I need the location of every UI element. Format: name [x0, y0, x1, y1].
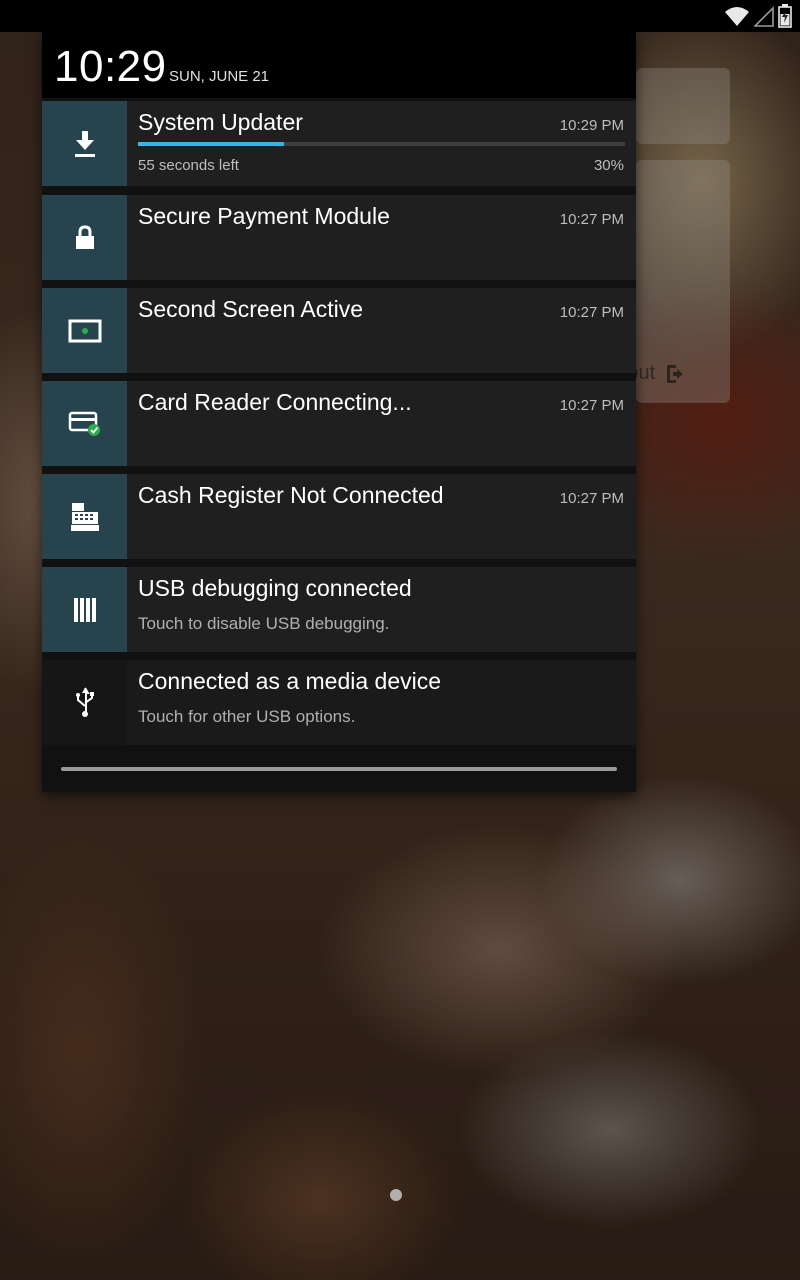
notification-time: 10:27 PM: [559, 397, 624, 414]
notification-title: USB debugging connected: [138, 575, 412, 601]
notification-icon-box: [42, 474, 127, 559]
usb-debug-icon: [73, 597, 96, 622]
download-icon: [74, 130, 95, 157]
status-bar[interactable]: [0, 0, 800, 32]
notification-icon-box: [42, 660, 127, 745]
notification-system-updater[interactable]: System Updater 10:29 PM 55 seconds left …: [42, 101, 636, 186]
notification-shade[interactable]: 10:29 SUN, JUNE 21 System Updater 10:29 …: [42, 32, 636, 792]
notification-title: Second Screen Active: [138, 296, 364, 322]
notification-subtitle: Touch to disable USB debugging.: [138, 614, 390, 633]
notification-title: Secure Payment Module: [138, 203, 390, 229]
notification-usb-debugging[interactable]: USB debugging connected Touch to disable…: [42, 567, 636, 652]
notification-title: Connected as a media device: [138, 668, 442, 694]
screen-icon: [68, 319, 101, 342]
page-indicator-dot: [390, 1189, 402, 1201]
notification-time: 10:27 PM: [559, 304, 624, 321]
notification-cash-register[interactable]: Cash Register Not Connected 10:27 PM: [42, 474, 636, 559]
notification-time: 10:27 PM: [559, 211, 624, 228]
notification-time: 10:29 PM: [559, 117, 624, 134]
notification-secure-payment[interactable]: Secure Payment Module 10:27 PM: [42, 195, 636, 280]
date[interactable]: SUN, JUNE 21: [169, 68, 269, 85]
notification-title: Cash Register Not Connected: [138, 482, 444, 508]
usb-icon: [75, 686, 94, 717]
wifi-icon: [725, 7, 749, 26]
cash-register-icon: [70, 502, 99, 531]
lock-icon: [75, 224, 94, 249]
notification-card-reader[interactable]: Card Reader Connecting... 10:27 PM: [42, 381, 636, 466]
shade-header: 10:29 SUN, JUNE 21: [42, 32, 636, 98]
battery-icon: [778, 4, 792, 28]
notification-title: Card Reader Connecting...: [138, 389, 412, 415]
notification-icon-box: [42, 288, 127, 373]
download-progress-bar: [138, 142, 625, 146]
notification-time: 10:27 PM: [559, 490, 624, 507]
notification-title: System Updater: [138, 109, 303, 135]
notification-icon-box: [42, 101, 127, 186]
clock[interactable]: 10:29: [54, 42, 167, 92]
card-reader-icon: [68, 411, 100, 436]
notification-second-screen[interactable]: Second Screen Active 10:27 PM: [42, 288, 636, 373]
notification-icon-box: [42, 567, 127, 652]
notification-icon-box: [42, 381, 127, 466]
shade-drag-handle[interactable]: [61, 767, 617, 771]
notification-icon-box: [42, 195, 127, 280]
download-progress-fill: [138, 142, 285, 146]
notification-media-device[interactable]: Connected as a media device Touch for ot…: [42, 660, 636, 745]
progress-percent: 30%: [593, 157, 624, 174]
notification-subtitle: Touch for other USB options.: [138, 707, 356, 726]
signal-icon: [754, 6, 774, 27]
progress-remaining-text: 55 seconds left: [138, 157, 239, 174]
